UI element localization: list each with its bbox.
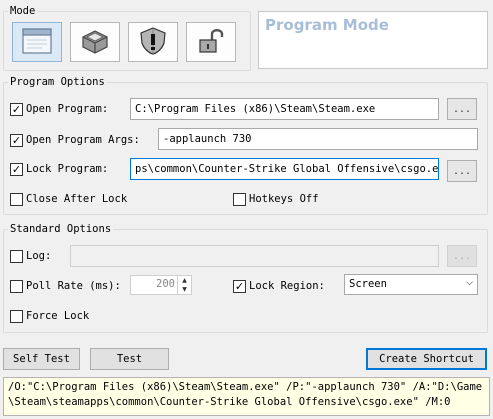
open-program-check[interactable]: ✓ bbox=[10, 102, 23, 116]
lock-program-check[interactable]: ✓ bbox=[10, 162, 23, 176]
window-icon bbox=[22, 27, 52, 57]
log-input[interactable] bbox=[70, 245, 439, 267]
poll-rate-spinner[interactable]: 200 ▲ ▼ bbox=[130, 275, 192, 295]
open-program-browse-button[interactable]: ... bbox=[447, 98, 477, 120]
command-line-1: /O:"C:\Program Files (x86)\Steam\Steam.e… bbox=[8, 381, 483, 393]
force-lock-checkbox[interactable]: Force Lock bbox=[10, 308, 89, 324]
open-program-args-check[interactable]: ✓ bbox=[10, 133, 23, 147]
open-program-args-input[interactable]: -applaunch 730 bbox=[158, 128, 478, 150]
open-program-args-label: Open Program Args: bbox=[26, 134, 140, 146]
lock-program-browse-button[interactable]: ... bbox=[447, 160, 477, 182]
mode-keyboard-button[interactable] bbox=[70, 22, 120, 62]
mode-display-panel: Program Mode bbox=[258, 11, 488, 69]
program-mode-title: Program Mode bbox=[265, 16, 389, 34]
poll-rate-check[interactable] bbox=[10, 279, 23, 293]
close-after-lock-check[interactable] bbox=[10, 192, 23, 206]
poll-rate-label: Poll Rate (ms): bbox=[26, 280, 121, 292]
lock-program-label: Lock Program: bbox=[26, 163, 109, 175]
lock-region-value: Screen bbox=[349, 278, 387, 290]
log-label: Log: bbox=[26, 250, 52, 262]
lock-region-label: Lock Region: bbox=[249, 280, 325, 292]
lock-program-input[interactable]: ps\common\Counter-Strike Global Offensiv… bbox=[130, 158, 439, 180]
create-shortcut-button[interactable]: Create Shortcut bbox=[366, 348, 487, 370]
hotkeys-off-checkbox[interactable]: Hotkeys Off bbox=[233, 191, 319, 207]
poll-rate-checkbox[interactable]: Poll Rate (ms): bbox=[10, 278, 121, 294]
open-program-checkbox[interactable]: ✓ Open Program: bbox=[10, 101, 108, 117]
open-program-args-checkbox[interactable]: ✓ Open Program Args: bbox=[10, 132, 140, 148]
force-lock-label: Force Lock bbox=[26, 310, 90, 322]
program-options-title: Program Options bbox=[8, 75, 107, 89]
close-after-lock-checkbox[interactable]: Close After Lock bbox=[10, 191, 127, 207]
chevron-down-icon[interactable]: ⌵ bbox=[466, 278, 473, 288]
spinner-down-icon[interactable]: ▼ bbox=[182, 286, 187, 293]
standard-options-title: Standard Options bbox=[8, 222, 114, 236]
mode-window-button[interactable] bbox=[12, 22, 62, 62]
lock-program-checkbox[interactable]: ✓ Lock Program: bbox=[10, 161, 108, 177]
mode-group-title: Mode bbox=[8, 4, 38, 18]
lock-region-checkbox[interactable]: ✓ Lock Region: bbox=[233, 278, 325, 294]
unlocked-padlock-icon bbox=[196, 27, 226, 58]
mode-unlock-button[interactable] bbox=[186, 22, 236, 62]
keyboard-key-icon bbox=[79, 27, 111, 58]
log-checkbox[interactable]: Log: bbox=[10, 248, 51, 264]
spinner-up-icon[interactable]: ▲ bbox=[182, 277, 187, 284]
lock-region-check[interactable]: ✓ bbox=[233, 279, 246, 293]
mode-warning-button[interactable] bbox=[128, 22, 178, 62]
open-program-label: Open Program: bbox=[26, 103, 109, 115]
hotkeys-off-check[interactable] bbox=[233, 192, 246, 206]
log-browse-button[interactable]: ... bbox=[447, 245, 477, 267]
hotkeys-off-label: Hotkeys Off bbox=[249, 193, 319, 205]
command-line-output[interactable]: /O:"C:\Program Files (x86)\Steam\Steam.e… bbox=[3, 377, 490, 416]
force-lock-check[interactable] bbox=[10, 309, 23, 323]
close-after-lock-label: Close After Lock bbox=[26, 193, 128, 205]
self-test-button[interactable]: Self Test bbox=[3, 348, 80, 370]
lock-region-select[interactable]: Screen ⌵ bbox=[344, 274, 478, 295]
log-check[interactable] bbox=[10, 249, 23, 263]
spinner-arrows[interactable]: ▲ ▼ bbox=[177, 276, 191, 294]
test-button[interactable]: Test bbox=[90, 348, 169, 370]
warning-shield-icon bbox=[137, 26, 169, 59]
open-program-input[interactable]: C:\Program Files (x86)\Steam\Steam.exe bbox=[130, 98, 439, 120]
command-line-2: \Steam\steamapps\common\Counter-Strike G… bbox=[8, 396, 451, 408]
poll-rate-value: 200 bbox=[156, 278, 175, 290]
